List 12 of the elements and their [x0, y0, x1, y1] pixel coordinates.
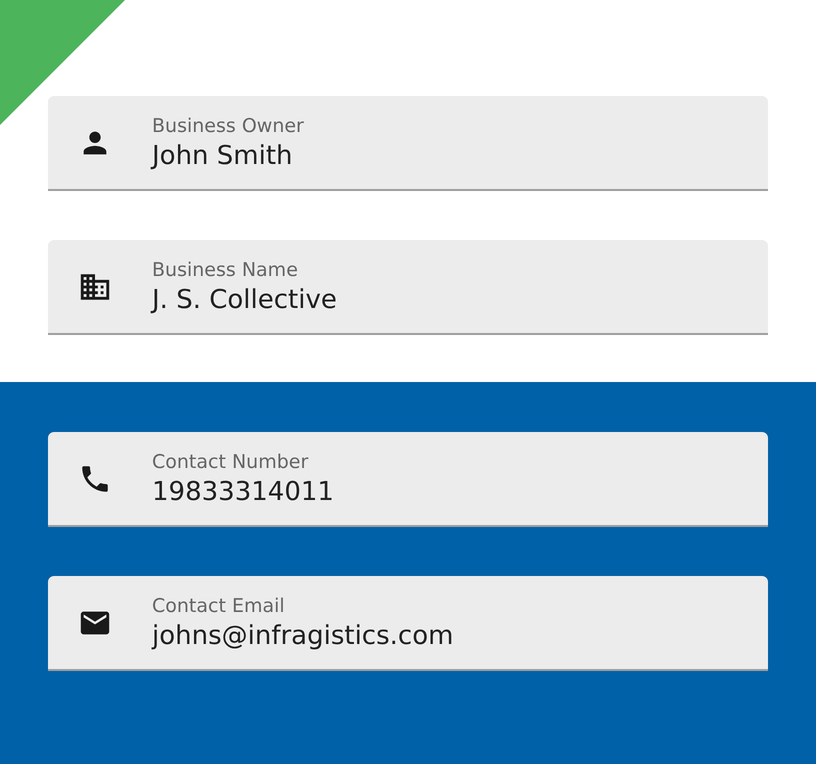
text-field[interactable]: Business Name J. S. Collective	[48, 240, 768, 335]
field-value: johns@infragistics.com	[152, 620, 454, 650]
field-label: Contact Email	[152, 594, 286, 616]
field-value: 19833314011	[152, 476, 335, 506]
field-label: Contact Number	[152, 450, 310, 472]
text-field[interactable]: Contact Email johns@infragistics.com	[48, 576, 768, 671]
text-field[interactable]: Business Owner John Smith	[48, 96, 768, 191]
field-value: J. S. Collective	[152, 284, 338, 314]
field-label: Business Owner	[152, 114, 305, 136]
field-label: Business Name	[152, 258, 299, 280]
field-value: John Smith	[152, 140, 294, 170]
text-field[interactable]: Contact Number 19833314011	[48, 432, 768, 527]
